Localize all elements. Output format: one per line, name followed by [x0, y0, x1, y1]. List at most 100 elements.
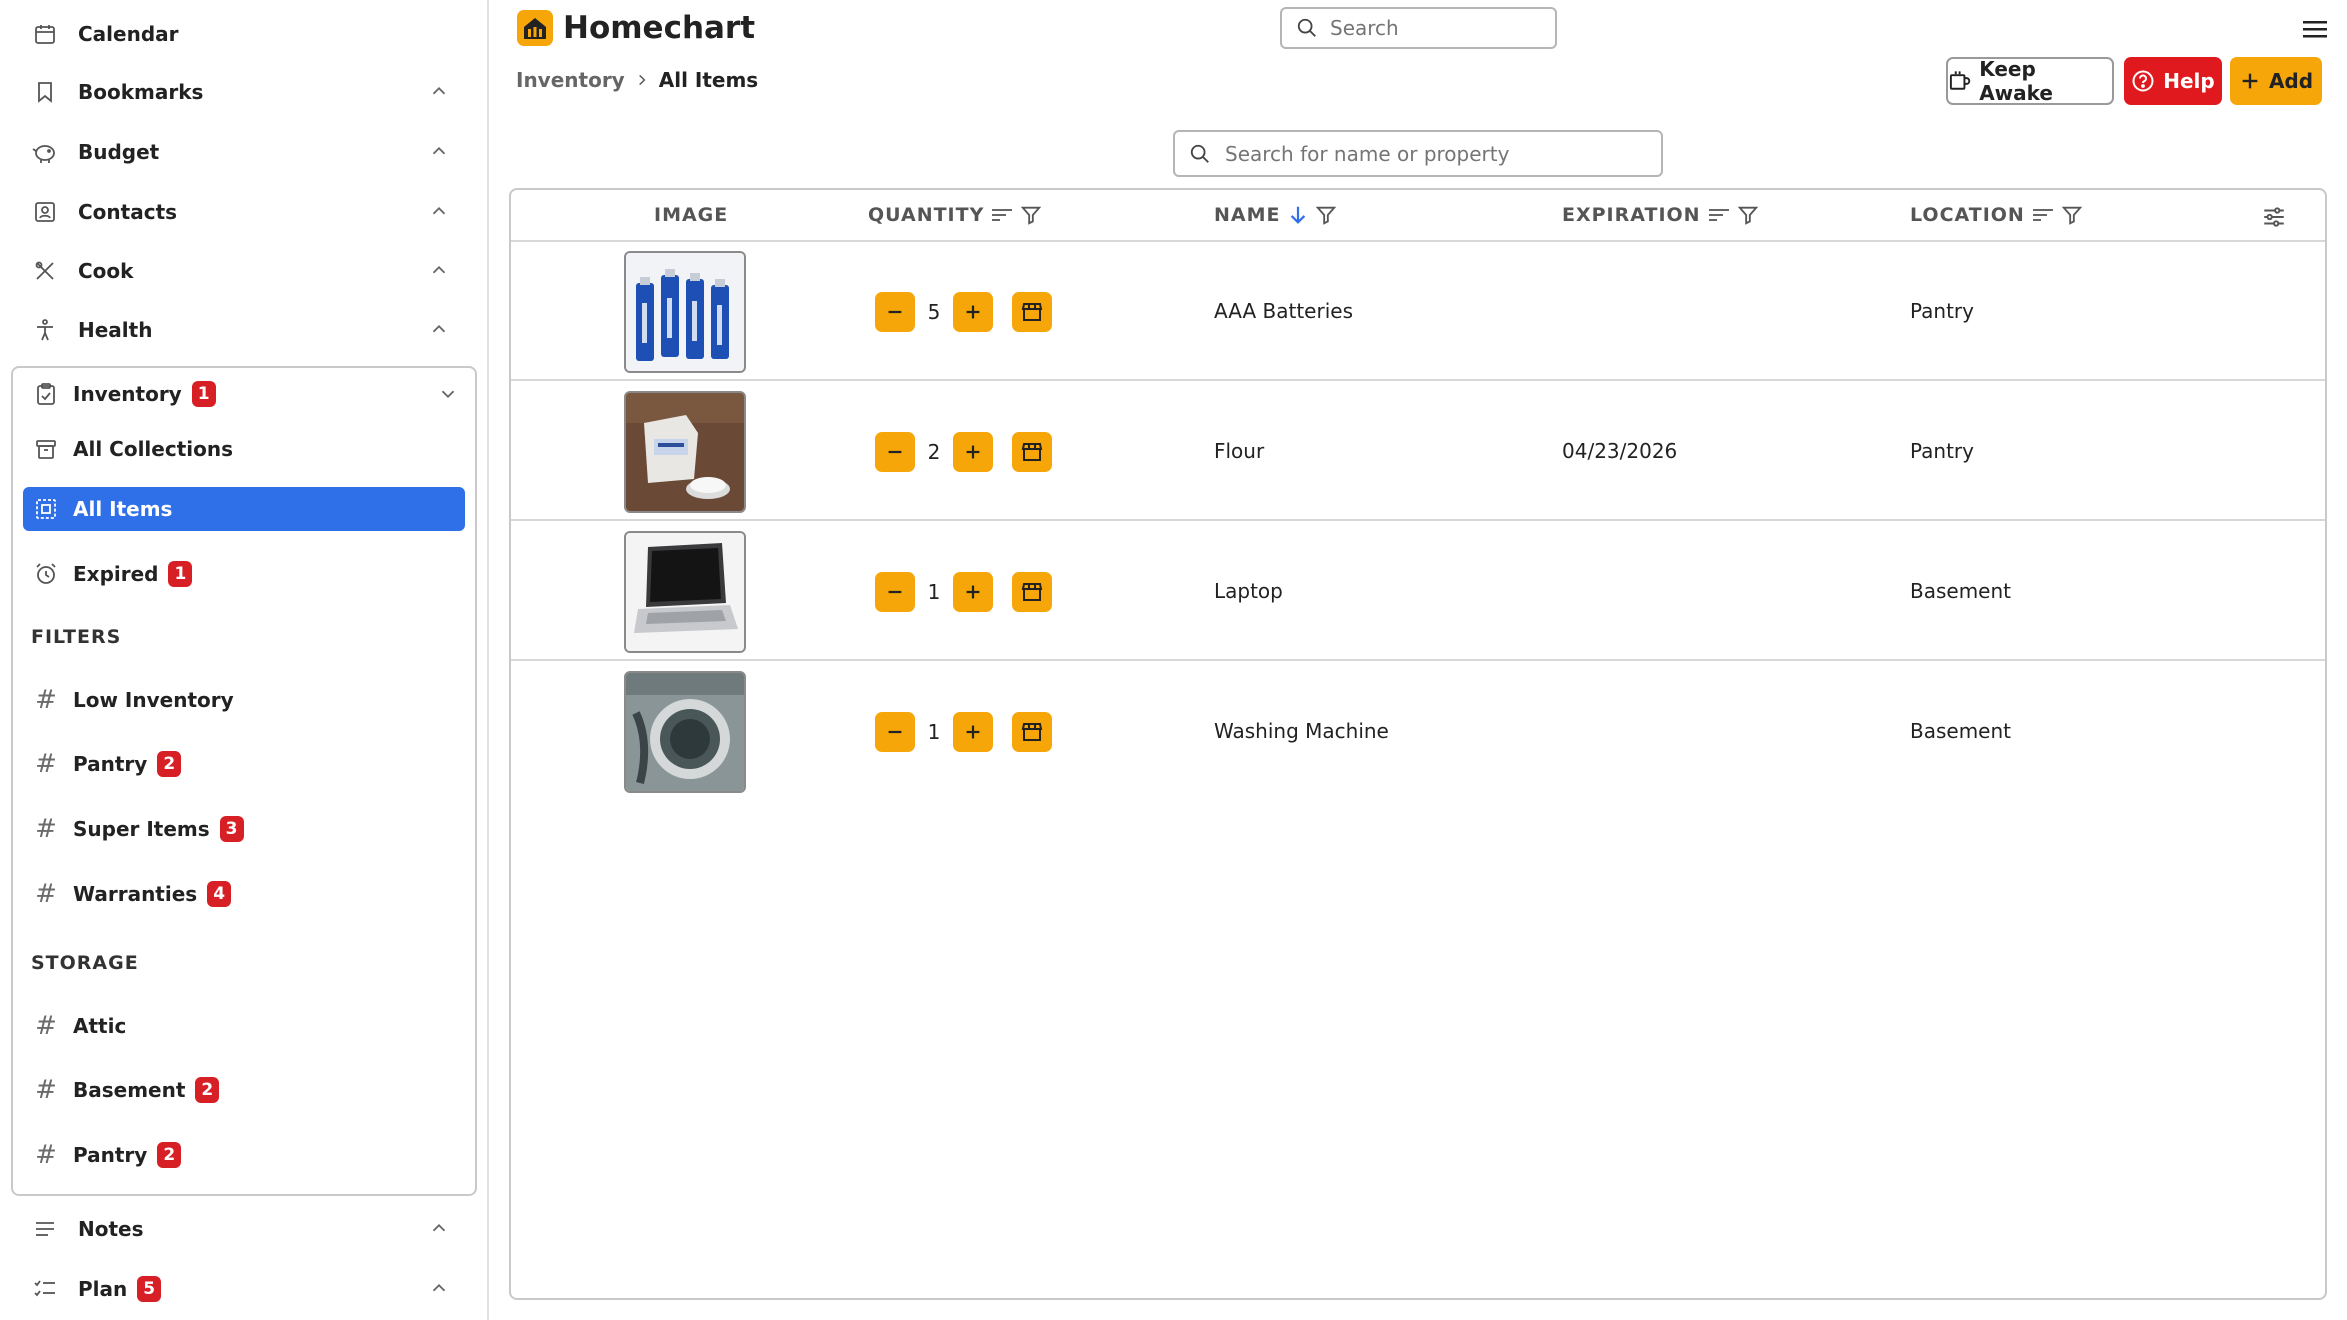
increment-button[interactable]	[953, 432, 993, 472]
filter-item-low-inventory[interactable]: # Low Inventory	[31, 678, 473, 722]
table-search-input[interactable]	[1223, 140, 1643, 167]
sidebar-item-plan[interactable]: Plan 5	[30, 1267, 460, 1311]
count-badge: 3	[219, 816, 244, 842]
sidebar: Calendar Bookmarks Budget Contacts Cook	[0, 0, 489, 1320]
column-location[interactable]: LOCATION	[1910, 204, 2083, 226]
hashtag-icon: #	[35, 1011, 57, 1041]
add-button[interactable]: Add	[2230, 57, 2322, 105]
quantity-stepper[interactable]: 2	[875, 432, 1052, 472]
table-row[interactable]: 2 Flour 04/23/2026 Pantry	[511, 382, 2325, 521]
increment-button[interactable]	[953, 712, 993, 752]
sidebar-item-label: Notes	[78, 1217, 144, 1241]
chevron-up-icon[interactable]	[428, 200, 450, 222]
chevron-up-icon[interactable]	[428, 1277, 450, 1299]
filter-item-warranties[interactable]: # Warranties 4	[31, 872, 473, 916]
count-badge: 1	[191, 381, 216, 407]
storefront-icon	[1021, 303, 1043, 321]
sort-icon[interactable]	[990, 205, 1014, 225]
sidebar-item-budget[interactable]: Budget	[30, 130, 460, 174]
sidebar-item-all-collections[interactable]: All Collections	[31, 427, 473, 471]
chevron-up-icon[interactable]	[428, 259, 450, 281]
sidebar-item-label: Cook	[78, 259, 134, 283]
sidebar-item-bookmarks[interactable]: Bookmarks	[30, 70, 460, 114]
count-badge: 5	[137, 1276, 162, 1302]
increment-button[interactable]	[953, 572, 993, 612]
decrement-button[interactable]	[875, 712, 915, 752]
item-name[interactable]: Washing Machine	[1214, 719, 1389, 743]
filter-item-super-items[interactable]: # Super Items 3	[31, 807, 473, 851]
column-name[interactable]: NAME	[1214, 204, 1337, 226]
quantity-stepper[interactable]: 5	[875, 292, 1052, 332]
storage-heading: STORAGE	[31, 952, 139, 974]
hamburger-menu-icon[interactable]	[2301, 18, 2329, 40]
item-expiration: 04/23/2026	[1562, 439, 1678, 463]
filter-icon[interactable]	[1020, 204, 1042, 226]
table-row[interactable]: 1 Washing Machine Basement	[511, 662, 2325, 801]
contacts-icon	[30, 197, 60, 227]
shop-button[interactable]	[1012, 572, 1052, 612]
sidebar-item-label: Pantry	[73, 752, 148, 776]
sort-icon[interactable]	[1707, 205, 1731, 225]
sidebar-item-expired[interactable]: Expired 1	[31, 552, 473, 596]
sidebar-item-contacts[interactable]: Contacts	[30, 190, 460, 234]
column-quantity[interactable]: QUANTITY	[868, 204, 1042, 226]
shop-button[interactable]	[1012, 712, 1052, 752]
item-name[interactable]: AAA Batteries	[1214, 299, 1353, 323]
decrement-button[interactable]	[875, 292, 915, 332]
sort-icon[interactable]	[2031, 205, 2055, 225]
breadcrumb-inventory[interactable]: Inventory	[516, 68, 625, 92]
item-name[interactable]: Laptop	[1214, 579, 1283, 603]
filter-icon[interactable]	[1737, 204, 1759, 226]
decrement-button[interactable]	[875, 572, 915, 612]
column-settings-icon[interactable]	[2261, 204, 2287, 230]
table-row[interactable]: 1 Laptop Basement	[511, 522, 2325, 661]
chevron-up-icon[interactable]	[428, 1217, 450, 1239]
storage-item-basement[interactable]: # Basement 2	[31, 1068, 473, 1112]
item-name[interactable]: Flour	[1214, 439, 1264, 463]
item-image-washing-machine[interactable]	[624, 671, 746, 793]
item-location: Pantry	[1910, 439, 1974, 463]
sidebar-item-cook[interactable]: Cook	[30, 249, 460, 293]
quantity-stepper[interactable]: 1	[875, 712, 1052, 752]
decrement-button[interactable]	[875, 432, 915, 472]
checklist-icon	[30, 1274, 60, 1304]
column-expiration[interactable]: EXPIRATION	[1562, 204, 1759, 226]
table-search-field[interactable]	[1173, 130, 1663, 177]
increment-button[interactable]	[953, 292, 993, 332]
filter-icon[interactable]	[1315, 204, 1337, 226]
plus-icon	[2242, 73, 2258, 89]
global-search-input[interactable]	[1328, 15, 1528, 41]
sidebar-item-label: All Collections	[73, 437, 233, 461]
sidebar-item-all-items[interactable]: All Items	[23, 487, 465, 531]
search-icon	[1190, 144, 1209, 163]
chevron-right-icon	[635, 73, 649, 87]
chevron-up-icon[interactable]	[428, 80, 450, 102]
sidebar-item-label: Inventory	[73, 382, 182, 406]
item-image-batteries[interactable]	[624, 251, 746, 373]
shop-button[interactable]	[1012, 432, 1052, 472]
global-search-field[interactable]	[1280, 7, 1557, 49]
chevron-up-icon[interactable]	[428, 140, 450, 162]
sidebar-item-health[interactable]: Health	[30, 308, 460, 352]
storage-item-pantry[interactable]: # Pantry 2	[31, 1133, 473, 1177]
filter-item-pantry[interactable]: # Pantry 2	[31, 742, 473, 786]
select-all-icon	[31, 494, 61, 524]
sidebar-item-notes[interactable]: Notes	[30, 1207, 460, 1251]
archive-icon	[31, 434, 61, 464]
storage-item-attic[interactable]: # Attic	[31, 1004, 473, 1048]
item-image-flour[interactable]	[624, 391, 746, 513]
chevron-down-icon[interactable]	[437, 383, 459, 405]
sidebar-item-calendar[interactable]: Calendar	[30, 12, 460, 56]
chevron-up-icon[interactable]	[428, 318, 450, 340]
arrow-down-icon[interactable]	[1287, 204, 1309, 226]
sidebar-item-inventory[interactable]: Inventory 1	[31, 372, 473, 416]
app-logo[interactable]: Homechart	[517, 10, 755, 46]
filter-icon[interactable]	[2061, 204, 2083, 226]
quantity-stepper[interactable]: 1	[875, 572, 1052, 612]
shop-button[interactable]	[1012, 292, 1052, 332]
item-image-laptop[interactable]	[624, 531, 746, 653]
breadcrumb-current: All Items	[658, 68, 759, 92]
help-button[interactable]: Help	[2124, 57, 2222, 105]
table-row[interactable]: 5 AAA Batteries Pantry	[511, 242, 2325, 381]
keep-awake-button[interactable]: Keep Awake	[1946, 57, 2114, 105]
